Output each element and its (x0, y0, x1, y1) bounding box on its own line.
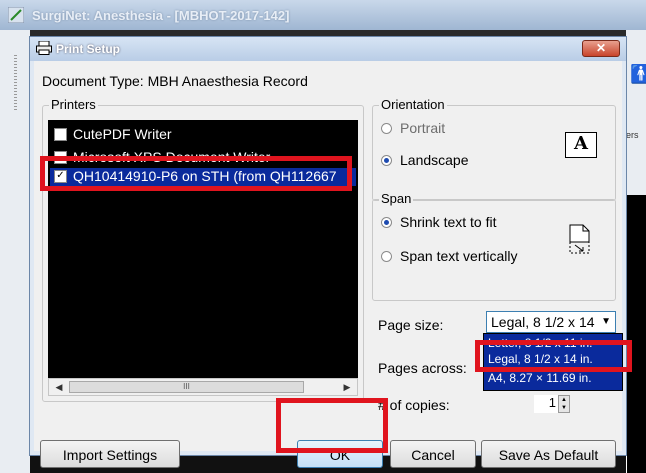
printer-icon (36, 41, 52, 55)
printer-name: CutePDF Writer (73, 126, 172, 142)
landscape-label: Landscape (400, 152, 469, 168)
landscape-option[interactable]: Landscape (381, 152, 469, 168)
shrink-radio[interactable] (381, 216, 392, 228)
orientation-group: Orientation Portrait Landscape A (372, 97, 616, 201)
printer-name: QH10414910-P6 on STH (from QH112667 (73, 168, 337, 184)
page-size-option-letter[interactable]: Letter, 8 1/2 x 11 in. (488, 336, 593, 352)
scroll-right-icon[interactable]: ▶ (339, 381, 355, 393)
chevron-down-icon[interactable]: ▼ (601, 312, 611, 332)
span-vertical-radio[interactable] (381, 250, 392, 262)
portrait-option[interactable]: Portrait (381, 120, 445, 136)
shrink-option[interactable]: Shrink text to fit (381, 214, 496, 230)
ok-button[interactable]: OK (297, 440, 383, 468)
toolbar-grip[interactable] (14, 55, 17, 110)
cancel-button[interactable]: Cancel (390, 440, 476, 468)
printer-list[interactable]: CutePDF Writer Microsoft XPS Document Wr… (48, 120, 358, 378)
document-type-label: Document Type: MBH Anaesthesia Record (42, 73, 308, 89)
page-size-option-legal[interactable]: Legal, 8 1/2 x 14 in. (488, 352, 593, 368)
copies-spinner[interactable]: ▲ ▼ (558, 395, 570, 413)
printer-checkbox[interactable] (54, 150, 67, 164)
span-group: Span Shrink text to fit Span text vertic… (372, 191, 616, 301)
close-button[interactable]: ✕ (582, 40, 620, 57)
scroll-thumb[interactable]: III (69, 381, 304, 393)
dialog-titlebar[interactable]: Print Setup ✕ (30, 37, 626, 61)
save-as-default-button[interactable]: Save As Default (481, 440, 616, 468)
print-setup-dialog: Print Setup ✕ Document Type: MBH Anaesth… (29, 36, 627, 468)
page-size-dropdown[interactable]: Letter, 8 1/2 x 11 in. Legal, 8 1/2 x 14… (483, 333, 623, 391)
person-icon[interactable]: 🚹 (630, 64, 646, 85)
printers-label: Printers (49, 97, 98, 112)
app-titlebar: SurgiNet: Anesthesia - [MBHOT-2017-142] (0, 0, 646, 30)
printer-item-cutepdf[interactable]: CutePDF Writer (54, 126, 172, 144)
landscape-radio[interactable] (381, 154, 392, 166)
dialog-title: Print Setup (56, 42, 121, 56)
scroll-left-icon[interactable]: ◀ (51, 381, 67, 393)
copies-input[interactable]: 1 (534, 395, 558, 413)
app-icon (8, 7, 24, 23)
printer-item-xps[interactable]: Microsoft XPS Document Writer (54, 149, 270, 167)
pages-across-label: Pages across: (378, 360, 467, 376)
span-vertical-label: Span text vertically (400, 248, 518, 264)
app-title: SurgiNet: Anesthesia - [MBHOT-2017-142] (32, 8, 290, 23)
app-dark-panel (626, 195, 646, 473)
copies-label: # of copies: (378, 397, 450, 413)
page-size-select[interactable]: Legal, 8 1/2 x 14 ▼ (486, 311, 616, 333)
printers-group: Printers CutePDF Writer Microsoft XPS Do… (42, 97, 364, 402)
portrait-radio[interactable] (381, 122, 392, 134)
side-text: ers (626, 130, 639, 140)
portrait-label: Portrait (400, 120, 446, 136)
shrink-label: Shrink text to fit (400, 214, 497, 230)
page-size-label: Page size: (378, 317, 444, 333)
span-label: Span (379, 191, 414, 206)
dialog-body: Document Type: MBH Anaesthesia Record Pr… (34, 61, 623, 468)
span-pages-icon (569, 224, 590, 254)
printer-list-hscrollbar[interactable]: ◀ III ▶ (48, 378, 358, 396)
page-size-option-a4[interactable]: A4, 8.27 × 11.69 in. (488, 371, 592, 387)
orientation-label: Orientation (379, 97, 447, 112)
printer-checkbox-checked[interactable]: ✓ (54, 169, 67, 183)
page-size-value: Legal, 8 1/2 x 14 (491, 314, 595, 330)
landscape-page-icon: A (565, 132, 597, 158)
app-left-panel (0, 30, 30, 473)
printer-name: Microsoft XPS Document Writer (73, 149, 271, 165)
printer-checkbox[interactable] (54, 127, 67, 141)
printer-item-qh10414910[interactable]: ✓ QH10414910-P6 on STH (from QH112667 (50, 168, 356, 186)
import-settings-button[interactable]: Import Settings (40, 440, 180, 468)
span-vertical-option[interactable]: Span text vertically (381, 248, 518, 264)
